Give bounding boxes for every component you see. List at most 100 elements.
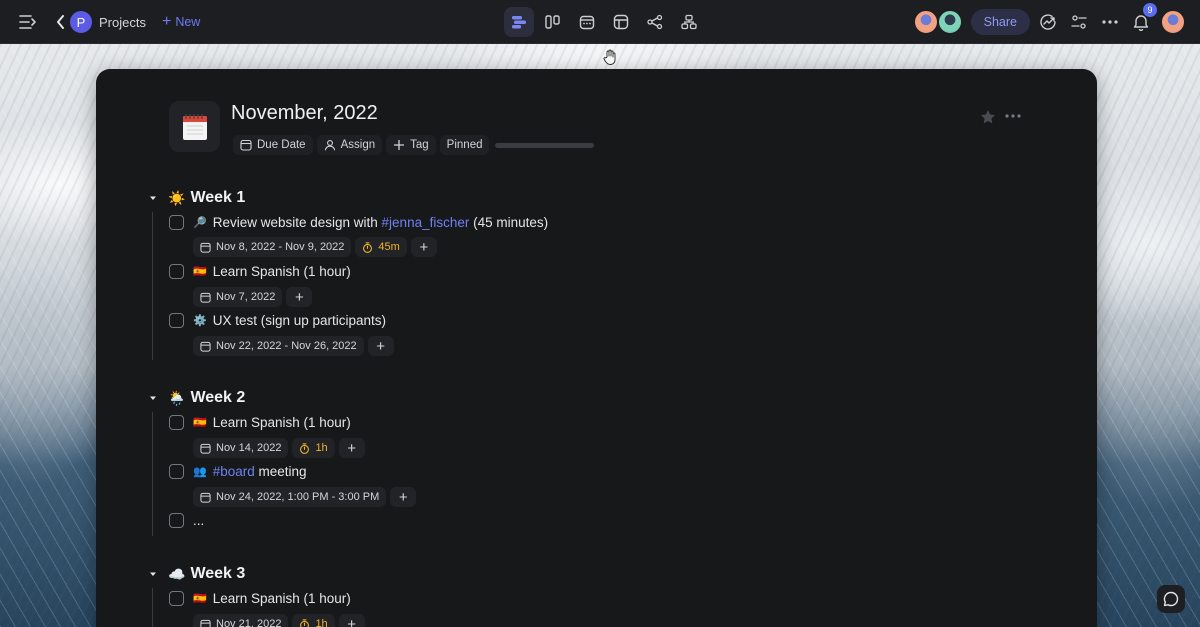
calendar-page-icon[interactable] (169, 101, 220, 152)
section-header-week-1[interactable]: ☀️ Week 1 (148, 189, 245, 207)
section-header-week-3[interactable]: ☁️ Week 3 (148, 565, 245, 583)
calendar-view-icon[interactable] (572, 7, 602, 37)
collaborator-avatar[interactable] (912, 9, 939, 35)
document-meta-row: Due Date Assign Tag Pinned (233, 135, 595, 155)
board-view-icon[interactable] (538, 7, 568, 37)
task-chips: Nov 24, 2022, 1:00 PM - 3:00 PM + (193, 487, 417, 507)
projects-link[interactable]: Projects (99, 15, 146, 30)
section-title: Week 1 (190, 189, 246, 206)
project-badge[interactable]: P (70, 11, 92, 33)
date-label: Nov 8, 2022 - Nov 9, 2022 (216, 241, 345, 253)
tag-button[interactable]: Tag (386, 135, 436, 155)
task-text-suffix: (45 minutes) (469, 215, 549, 230)
task-row[interactable]: 🔎 Review website design with #jenna_fisc… (169, 215, 548, 230)
settings-sliders-icon[interactable] (1066, 9, 1092, 35)
back-chevron-icon[interactable] (54, 14, 66, 30)
date-chip[interactable]: Nov 8, 2022 - Nov 9, 2022 (193, 237, 352, 257)
calendar-icon (200, 619, 211, 627)
chat-button[interactable] (1157, 585, 1185, 613)
duration-label: 45m (378, 241, 400, 253)
assign-button[interactable]: Assign (316, 135, 383, 155)
add-property-button[interactable]: + (390, 487, 417, 507)
task-text: Learn Spanish (1 hour) (212, 264, 351, 279)
assign-label: Assign (340, 139, 376, 151)
task-checkbox[interactable] (169, 464, 184, 479)
duration-label: 1h (315, 442, 328, 454)
list-view-icon[interactable] (504, 7, 534, 37)
week-emoji: ☁️ (168, 565, 186, 582)
date-chip[interactable]: Nov 22, 2022 - Nov 26, 2022 (193, 336, 364, 356)
plus-icon: + (161, 13, 172, 30)
caret-down-icon[interactable] (148, 393, 158, 403)
top-bar-left: P Projects + New (18, 0, 200, 44)
pinned-chip[interactable]: Pinned (439, 135, 490, 155)
task-checkbox[interactable] (169, 215, 184, 230)
new-button[interactable]: + New (162, 14, 200, 30)
graph-view-icon[interactable] (640, 7, 670, 37)
date-label: Nov 22, 2022 - Nov 26, 2022 (216, 340, 357, 352)
more-options-icon[interactable] (1097, 9, 1123, 35)
task-emoji: ⚙️ (193, 315, 207, 327)
calendar-icon (200, 492, 211, 503)
date-label: Nov 14, 2022 (216, 442, 282, 454)
date-chip[interactable]: Nov 21, 2022 (193, 614, 289, 627)
sidebar-toggle-icon[interactable] (18, 12, 38, 32)
duration-chip[interactable]: 1h (292, 614, 335, 627)
task-row[interactable]: 🇪🇸 Learn Spanish (1 hour) (169, 264, 351, 279)
share-button[interactable]: Share (970, 9, 1030, 35)
mention-link[interactable]: #board (213, 464, 255, 479)
due-date-button[interactable]: Due Date (233, 135, 313, 155)
section-header-week-2[interactable]: 🌦️ Week 2 (148, 389, 245, 407)
more-options-icon[interactable] (1004, 107, 1022, 125)
plus-icon (394, 140, 405, 150)
section-title: Week 2 (190, 389, 246, 406)
task-text: UX test (sign up participants) (212, 313, 387, 328)
task-row[interactable]: 🇪🇸 Learn Spanish (1 hour) (169, 591, 351, 606)
task-checkbox[interactable] (169, 513, 184, 528)
add-property-button[interactable]: + (338, 438, 365, 458)
notifications-button[interactable]: 9 (1128, 3, 1157, 35)
add-property-button[interactable]: + (367, 336, 394, 356)
duration-chip[interactable]: 45m (355, 237, 407, 257)
date-chip[interactable]: Nov 7, 2022 (193, 287, 283, 307)
calendar-icon (200, 242, 211, 253)
caret-down-icon[interactable] (148, 569, 158, 579)
date-chip[interactable]: Nov 14, 2022 (193, 438, 289, 458)
task-text: Learn Spanish (1 hour) (212, 415, 351, 430)
calendar-icon (240, 139, 252, 151)
star-icon[interactable] (980, 109, 996, 125)
task-chips: Nov 21, 2022 1h + (193, 614, 365, 627)
week-emoji: 🌦️ (168, 389, 186, 406)
task-row[interactable]: ... (169, 513, 204, 528)
page-title[interactable]: November, 2022 (231, 102, 378, 125)
table-view-icon[interactable] (606, 7, 636, 37)
task-checkbox[interactable] (169, 313, 184, 328)
task-emoji: 🔎 (193, 217, 207, 229)
task-chips: Nov 22, 2022 - Nov 26, 2022 + (193, 336, 394, 356)
date-chip[interactable]: Nov 24, 2022, 1:00 PM - 3:00 PM (193, 487, 387, 507)
caret-down-icon[interactable] (148, 193, 158, 203)
hierarchy-view-icon[interactable] (674, 7, 704, 37)
task-checkbox[interactable] (169, 591, 184, 606)
task-row[interactable]: 🇪🇸 Learn Spanish (1 hour) (169, 415, 351, 430)
chart-icon[interactable] (1035, 9, 1061, 35)
add-property-button[interactable]: + (286, 287, 313, 307)
calendar-icon (200, 292, 211, 303)
collaborator-avatar[interactable] (936, 9, 963, 35)
due-date-label: Due Date (257, 139, 306, 151)
task-emoji: 🇪🇸 (193, 266, 207, 278)
task-row[interactable]: 👥 #board meeting (169, 464, 307, 479)
duration-chip[interactable]: 1h (292, 438, 335, 458)
add-property-button[interactable]: + (338, 614, 365, 627)
task-checkbox[interactable] (169, 415, 184, 430)
user-avatar[interactable] (1160, 9, 1186, 35)
task-chips: Nov 14, 2022 1h + (193, 438, 365, 458)
task-row[interactable]: ⚙️ UX test (sign up participants) (169, 313, 386, 328)
view-switcher (504, 7, 704, 37)
task-emoji: 👥 (193, 466, 207, 478)
pinned-label: Pinned (446, 139, 483, 151)
add-property-button[interactable]: + (410, 237, 437, 257)
mention-link[interactable]: #jenna_fischer (382, 215, 470, 230)
task-chips: Nov 8, 2022 - Nov 9, 2022 45m + (193, 237, 437, 257)
task-checkbox[interactable] (169, 264, 184, 279)
